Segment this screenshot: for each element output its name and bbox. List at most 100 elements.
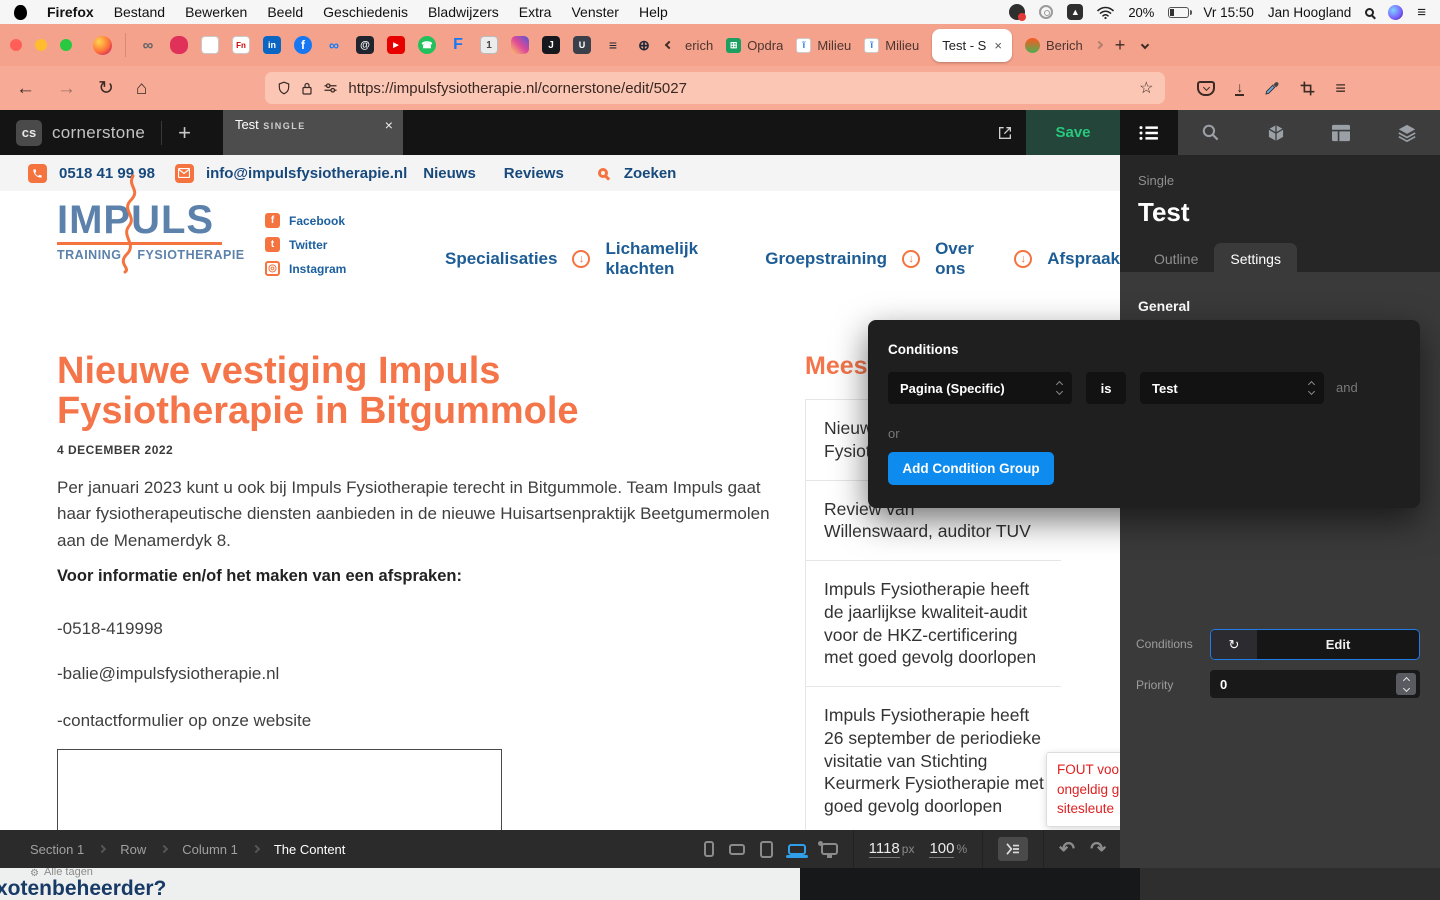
most-read-item[interactable]: Impuls Fysiotherapie heeft de jaarlijkse… bbox=[805, 561, 1061, 687]
site-search-icon[interactable] bbox=[598, 168, 608, 178]
wifi-icon[interactable] bbox=[1097, 6, 1114, 19]
tab-test-active[interactable]: Test - S × bbox=[932, 29, 1012, 62]
drive-status-icon[interactable]: ▲ bbox=[1067, 4, 1083, 20]
dropdown-arrow-icon[interactable] bbox=[572, 250, 590, 268]
site-email-link[interactable]: info@impulsfysiotherapie.nl bbox=[206, 165, 407, 182]
user-name[interactable]: Jan Hoogland bbox=[1268, 5, 1351, 20]
nav-lichamelijk-klachten[interactable]: Lichamelijk klachten bbox=[605, 239, 750, 279]
redo-button[interactable]: ↷ bbox=[1090, 840, 1106, 859]
site-logo[interactable]: IMPULS TRAINING FYSIOTHERAPIE bbox=[57, 200, 222, 262]
site-link-nieuws[interactable]: Nieuws bbox=[423, 165, 476, 182]
pinned-tab-globe-icon[interactable]: ⊕ bbox=[635, 36, 653, 54]
menu-extra[interactable]: Extra bbox=[519, 4, 552, 20]
spiral-status-icon[interactable] bbox=[1039, 5, 1053, 19]
undo-button[interactable]: ↶ bbox=[1059, 840, 1075, 859]
scroll-tabs-left-icon[interactable] bbox=[665, 41, 673, 49]
social-instagram-link[interactable]: ◎Instagram bbox=[265, 261, 346, 276]
home-button[interactable]: ⌂ bbox=[136, 79, 147, 98]
tab-opdracht[interactable]: ⊞Opdra bbox=[726, 38, 783, 53]
window-zoom-button[interactable] bbox=[60, 39, 72, 51]
tab-bericht[interactable]: erich bbox=[685, 38, 713, 53]
pinned-tab-fn-icon[interactable]: Fn bbox=[232, 36, 250, 54]
forward-button[interactable]: → bbox=[57, 79, 76, 98]
social-facebook-link[interactable]: fFacebook bbox=[265, 213, 346, 228]
pinned-tab-whatsapp-icon[interactable]: ☎ bbox=[418, 36, 436, 54]
hamburger-menu-icon[interactable]: ≡ bbox=[1335, 78, 1346, 99]
siri-icon[interactable] bbox=[1388, 5, 1403, 20]
scroll-tabs-right-icon[interactable] bbox=[1095, 41, 1103, 49]
url-field[interactable]: https://impulsfysiotherapie.nl/cornersto… bbox=[265, 72, 1165, 104]
window-close-button[interactable] bbox=[10, 39, 22, 51]
condition-value-select[interactable]: Test bbox=[1140, 372, 1324, 404]
priority-stepper[interactable] bbox=[1396, 673, 1416, 695]
editor-tab-test[interactable]: Test SINGLE × bbox=[223, 110, 403, 155]
editor-tab-close-icon[interactable]: × bbox=[385, 117, 393, 133]
nav-groepstraining[interactable]: Groepstraining bbox=[765, 249, 887, 269]
condition-field-select[interactable]: Pagina (Specific) bbox=[888, 372, 1072, 404]
url-text[interactable]: https://impulsfysiotherapie.nl/cornersto… bbox=[348, 80, 1129, 97]
pinned-tab-swoosh-icon[interactable] bbox=[170, 36, 188, 54]
menu-beeld[interactable]: Beeld bbox=[267, 4, 303, 20]
clock[interactable]: Vr 15:50 bbox=[1203, 5, 1254, 20]
pinned-tab-youtube-icon[interactable]: ▶ bbox=[387, 36, 405, 54]
bookmark-star-icon[interactable]: ☆ bbox=[1139, 78, 1153, 98]
window-minimize-button[interactable] bbox=[35, 39, 47, 51]
menu-help[interactable]: Help bbox=[639, 4, 668, 20]
dropdown-arrow-icon[interactable] bbox=[1014, 250, 1032, 268]
pocket-icon[interactable] bbox=[1197, 81, 1215, 96]
or-label[interactable]: or bbox=[888, 426, 900, 441]
reload-button[interactable]: ↻ bbox=[98, 79, 114, 98]
open-preview-button[interactable] bbox=[984, 110, 1026, 155]
tab-milieu-2[interactable]: ĩMilieu bbox=[864, 38, 919, 53]
templates-icon[interactable] bbox=[1331, 124, 1351, 142]
menu-geschiedenis[interactable]: Geschiedenis bbox=[323, 4, 408, 20]
menu-firefox[interactable]: Firefox bbox=[47, 4, 94, 20]
zoom-control[interactable]: 100% bbox=[929, 839, 967, 859]
spotlight-search-icon[interactable] bbox=[1365, 8, 1374, 17]
social-twitter-link[interactable]: tTwitter bbox=[265, 237, 346, 252]
pinned-tab-f-icon[interactable]: F bbox=[449, 36, 467, 54]
device-laptop-icon[interactable] bbox=[788, 844, 806, 855]
pinned-tab-facebook-icon[interactable]: f bbox=[294, 36, 312, 54]
download-icon[interactable]: ↓ bbox=[1235, 80, 1244, 96]
add-condition-group-button[interactable]: Add Condition Group bbox=[888, 452, 1054, 485]
tab-settings[interactable]: Settings bbox=[1214, 243, 1297, 275]
pinned-tab-reader-icon[interactable]: U bbox=[573, 36, 591, 54]
new-tab-button[interactable]: + bbox=[1115, 36, 1126, 54]
shield-icon[interactable] bbox=[277, 80, 291, 96]
tab-milieu-1[interactable]: ĩMilieu bbox=[796, 38, 851, 53]
priority-input[interactable]: 0 bbox=[1210, 670, 1420, 698]
tab-berichten[interactable]: Berich bbox=[1025, 38, 1083, 53]
device-phone-portrait-icon[interactable] bbox=[704, 841, 714, 857]
screen-recording-icon[interactable] bbox=[1009, 4, 1025, 20]
device-tablet-icon[interactable] bbox=[760, 841, 773, 858]
pinned-tab-panda-icon[interactable] bbox=[201, 36, 219, 54]
device-desktop-icon[interactable] bbox=[821, 843, 838, 855]
menu-venster[interactable]: Venster bbox=[571, 4, 618, 20]
menu-bladwijzers[interactable]: Bladwijzers bbox=[428, 4, 499, 20]
menu-bestand[interactable]: Bestand bbox=[114, 4, 165, 20]
menu-bewerken[interactable]: Bewerken bbox=[185, 4, 247, 20]
crop-icon[interactable] bbox=[1300, 81, 1315, 96]
breadcrumb-row[interactable]: Row bbox=[120, 842, 146, 857]
pinned-tab-infinity-icon[interactable]: ∞ bbox=[139, 36, 157, 54]
nav-specialisaties[interactable]: Specialisaties bbox=[445, 249, 557, 269]
pinned-tab-j-icon[interactable]: J bbox=[542, 36, 560, 54]
most-read-item[interactable]: Impuls Fysiotherapie heeft 26 september … bbox=[805, 687, 1061, 836]
pinned-tab-one-icon[interactable]: 1 bbox=[480, 36, 498, 54]
new-document-button[interactable]: + bbox=[178, 120, 191, 146]
nav-afspraak[interactable]: Afspraak bbox=[1047, 249, 1120, 269]
lock-icon[interactable] bbox=[301, 81, 313, 96]
nav-over-ons[interactable]: Over ons bbox=[935, 239, 999, 279]
pinned-tab-meta-icon[interactable]: ∞ bbox=[325, 36, 343, 54]
control-center-icon[interactable]: ≡ bbox=[1417, 5, 1426, 20]
skip-to-element-button[interactable] bbox=[998, 837, 1028, 861]
condition-operator[interactable]: is bbox=[1086, 372, 1126, 404]
apple-logo-icon[interactable] bbox=[14, 5, 27, 20]
site-link-reviews[interactable]: Reviews bbox=[504, 165, 564, 182]
dropdown-arrow-icon[interactable] bbox=[902, 250, 920, 268]
viewport-width-control[interactable]: 1118px bbox=[869, 839, 915, 859]
permissions-icon[interactable] bbox=[323, 82, 338, 94]
breadcrumb-element[interactable]: The Content bbox=[274, 842, 346, 857]
search-tool-icon[interactable] bbox=[1201, 123, 1220, 142]
